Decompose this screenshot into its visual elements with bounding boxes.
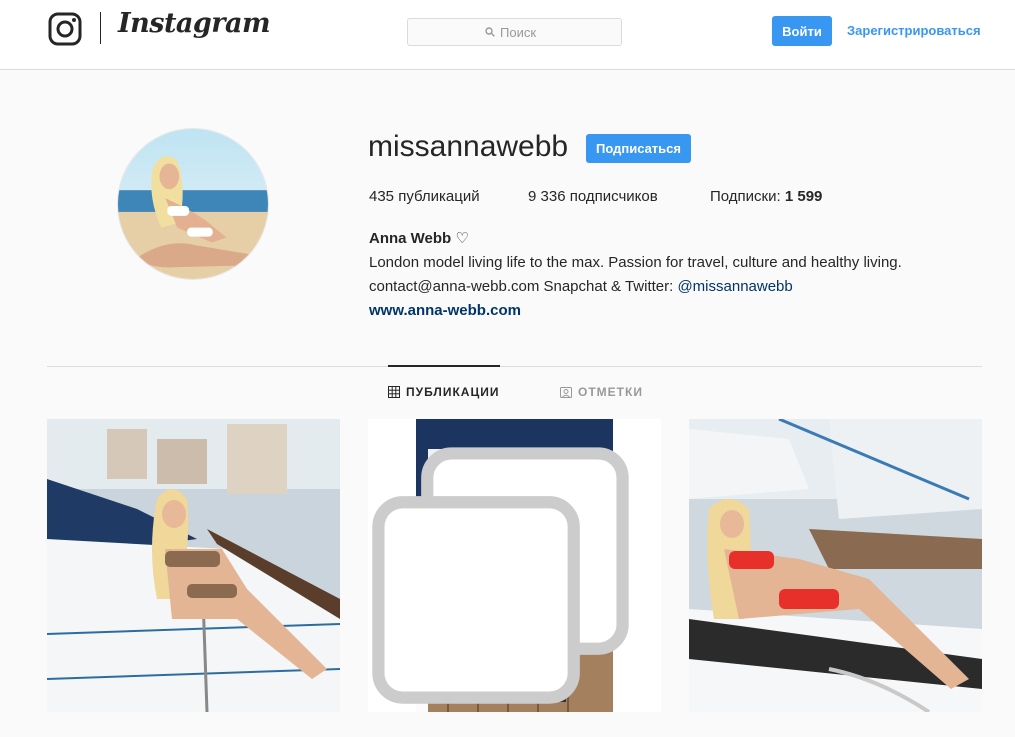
bio-mention-link[interactable]: @missannawebb (677, 278, 792, 295)
profile-username: missannawebb (368, 130, 569, 163)
register-link[interactable]: Зарегистрироваться (847, 23, 981, 38)
profile-bio-line-1: London model living life to the max. Pas… (369, 254, 902, 271)
tab-tagged-label: ОТМЕТКИ (578, 385, 643, 399)
profile-avatar[interactable] (117, 128, 269, 280)
following-label: Подписки: (710, 188, 781, 205)
avatar-image (118, 129, 268, 279)
post-thumbnail[interactable]: sabella (368, 419, 661, 712)
bio-contact-text: contact@anna-webb.com Snapchat & Twitter… (369, 278, 678, 295)
following-stat[interactable]: Подписки: 1 599 (710, 188, 822, 205)
search-icon (485, 27, 495, 37)
post-thumbnail[interactable] (689, 419, 982, 712)
follow-button[interactable]: Подписаться (586, 134, 691, 163)
instagram-glyph-icon[interactable] (48, 12, 82, 46)
posts-label: публикаций (398, 188, 480, 205)
search-input[interactable] (500, 24, 544, 40)
following-count: 1 599 (784, 188, 823, 205)
login-button[interactable]: Войти (772, 16, 832, 46)
tabs-divider (47, 366, 982, 367)
grid-icon (388, 386, 400, 398)
post-thumbnail[interactable] (47, 419, 340, 712)
profile-bio-line-2: contact@anna-webb.com Snapchat & Twitter… (369, 278, 793, 295)
posts-stat: 435 публикаций (369, 188, 480, 205)
followers-stat[interactable]: 9 336 подписчиков (528, 188, 658, 205)
tab-tagged[interactable]: ОТМЕТКИ (560, 385, 643, 399)
top-nav: Instagram Войти Зарегистрироваться (0, 0, 1015, 70)
multi-photo-icon (372, 447, 629, 704)
profile-full-name: Anna Webb ♡ (369, 230, 469, 247)
post-image (47, 419, 340, 712)
tab-posts[interactable]: ПУБЛИКАЦИИ (388, 385, 499, 399)
logo-divider (100, 12, 101, 44)
instagram-wordmark[interactable]: Instagram (118, 8, 271, 39)
followers-label: подписчиков (569, 188, 658, 205)
active-tab-indicator (388, 365, 500, 367)
search-box[interactable] (407, 18, 622, 46)
profile-website-link[interactable]: www.anna-webb.com (369, 302, 521, 319)
followers-count: 9 336 (528, 188, 566, 205)
tab-posts-label: ПУБЛИКАЦИИ (406, 385, 500, 399)
post-image (689, 419, 982, 712)
tagged-icon (560, 387, 572, 398)
posts-count: 435 (369, 188, 395, 205)
